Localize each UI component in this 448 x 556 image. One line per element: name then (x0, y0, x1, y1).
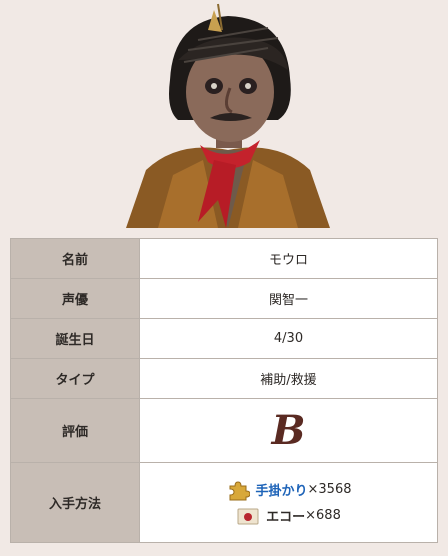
row-label: 声優 (10, 278, 140, 319)
clue-link[interactable]: 手掛かり (256, 480, 308, 499)
clue-count: ×3568 (307, 482, 352, 497)
row-value: モウロ (139, 238, 438, 279)
character-portrait (126, 3, 330, 228)
table-row-type: タイプ 補助/救援 (10, 358, 438, 399)
acquisition-clue: 手掛かり ×3568 (140, 477, 437, 503)
character-info-table: 名前 モウロ 声優 関智一 誕生日 4/30 タイプ 補助/救援 評価 B 入手… (10, 238, 438, 543)
table-row-acquisition: 入手方法 手掛かり ×3568 エコー ×688 (10, 462, 438, 543)
row-value: 4/30 (139, 318, 438, 359)
row-label: 評価 (10, 398, 140, 463)
row-value: 補助/救援 (139, 358, 438, 399)
row-label: 名前 (10, 238, 140, 279)
rating-grade: B (271, 407, 306, 454)
row-label: タイプ (10, 358, 140, 399)
puzzle-piece-icon (229, 480, 250, 500)
echo-count: ×688 (305, 508, 341, 523)
table-row-name: 名前 モウロ (10, 238, 438, 279)
row-value: 関智一 (139, 278, 438, 319)
row-label: 入手方法 (10, 462, 140, 543)
table-row-voice-actor: 声優 関智一 (10, 278, 438, 319)
sealed-letter-icon (237, 508, 259, 524)
row-label: 誕生日 (10, 318, 140, 359)
table-row-birthday: 誕生日 4/30 (10, 318, 438, 359)
echo-label: エコー (266, 510, 306, 525)
table-row-rating: 評価 B (10, 398, 438, 463)
acquisition-echo: エコー ×688 (140, 503, 437, 529)
